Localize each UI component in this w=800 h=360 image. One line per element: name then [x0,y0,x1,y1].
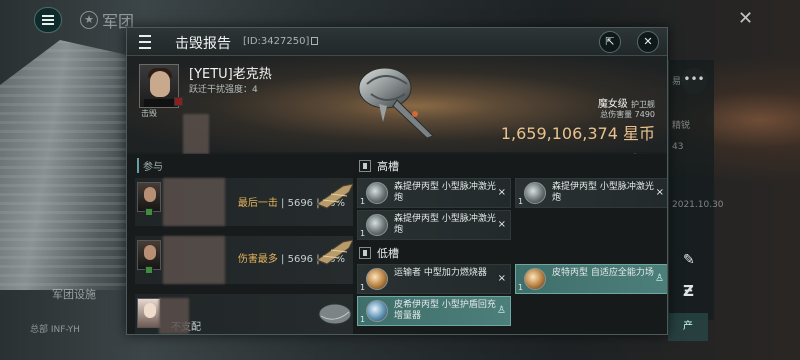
bg-text-3: 43 [672,142,684,152]
attacker-corp-badge [145,266,153,274]
high-slot-module[interactable]: 1 森提伊丙型 小型脉冲激光炮 × [515,178,667,208]
involved-section-label[interactable]: 参与 [137,158,163,173]
ship-icon [358,67,434,139]
afterburner-icon [366,268,388,290]
destroyed-icon: × [655,187,664,198]
close-page-icon[interactable]: ✕ [738,8,753,29]
dropped-icon: ♙ [497,305,506,316]
bg-produce-button[interactable]: 产 [668,313,708,341]
total-damage: 总伤害量 7490 [600,110,655,119]
bg-text-2: 精锐 [672,121,691,131]
victim-name[interactable]: [YETU]老克热 [189,63,272,82]
low-slot-module[interactable]: 1 皮特丙型 自适应全能力场 ♙ [515,264,667,294]
blurred-area [163,236,225,284]
main-menu-button[interactable] [34,7,62,33]
laser-icon [366,214,388,236]
attacker-ship-icon [315,239,354,265]
more-options-icon[interactable]: ••• [681,68,707,94]
corp-star-icon: ★ [80,11,98,29]
edit-icon[interactable]: ✎ [683,252,695,268]
filter-icon[interactable]: Ƶ [683,282,694,300]
blurred-area [159,298,189,334]
blurred-area [183,114,209,154]
modal-title: 击毁报告 [175,36,231,52]
bg-text-4: 2021.10.30 [672,200,724,210]
victim-warp-strength: 跃迁干扰强度：4 [189,85,258,95]
blurred-area [163,178,225,226]
background-side-panel [668,60,714,320]
destroyed-icon: × [497,219,506,230]
destroyed-icon: × [497,273,506,284]
high-slot-header: 高槽 [359,158,399,174]
shield-field-icon [524,268,546,290]
isk-value: 1,659,106,374 星币 [500,124,655,143]
low-slot-module[interactable]: 1 皮希伊丙型 小型护盾回充增量器 ♙ [357,296,511,326]
high-slot-module[interactable]: 1 森提伊丙型 小型脉冲激光炮 × [357,178,511,208]
low-slot-header: 低槽 [359,245,399,261]
high-slot-module[interactable]: 1 森提伊丙型 小型脉冲激光炮 × [357,210,511,240]
high-slot-icon [359,160,371,172]
victim-tag: 击毁 [141,109,157,118]
hq-label: 总部 INF-YH [30,325,80,335]
close-icon[interactable]: ✕ [637,31,659,53]
share-icon[interactable]: ⇱ [599,31,621,53]
low-slot-module[interactable]: 1 运输者 中型加力燃烧器 × [357,264,511,294]
attacker-ship-icon [315,183,354,209]
modal-menu-icon[interactable] [133,31,157,53]
laser-icon [524,182,546,204]
kill-report-modal: 击毁报告 [ID:3427250] ⇱ ✕ [YETU]老克热 跃迁干扰强度：4… [126,27,668,335]
copy-icon[interactable] [311,37,319,45]
low-slot-icon [359,247,371,259]
corp-facilities-label: 军团设施 [52,288,96,301]
modal-header: 击毁报告 [ID:3427250] ⇱ ✕ [127,28,667,56]
ship-class: 魔女级 护卫舰 [597,99,655,110]
destroyed-icon: × [497,187,506,198]
attacker-ship-icon [318,303,352,325]
attacker-portrait [137,298,161,328]
attacker-corp-badge [145,208,153,216]
victim-portrait[interactable] [139,64,179,108]
dropped-icon: ♙ [655,273,664,284]
victim-corp-badge [174,97,183,106]
report-id[interactable]: [ID:3427250] [243,36,319,47]
shield-booster-icon [366,300,388,322]
laser-icon [366,182,388,204]
